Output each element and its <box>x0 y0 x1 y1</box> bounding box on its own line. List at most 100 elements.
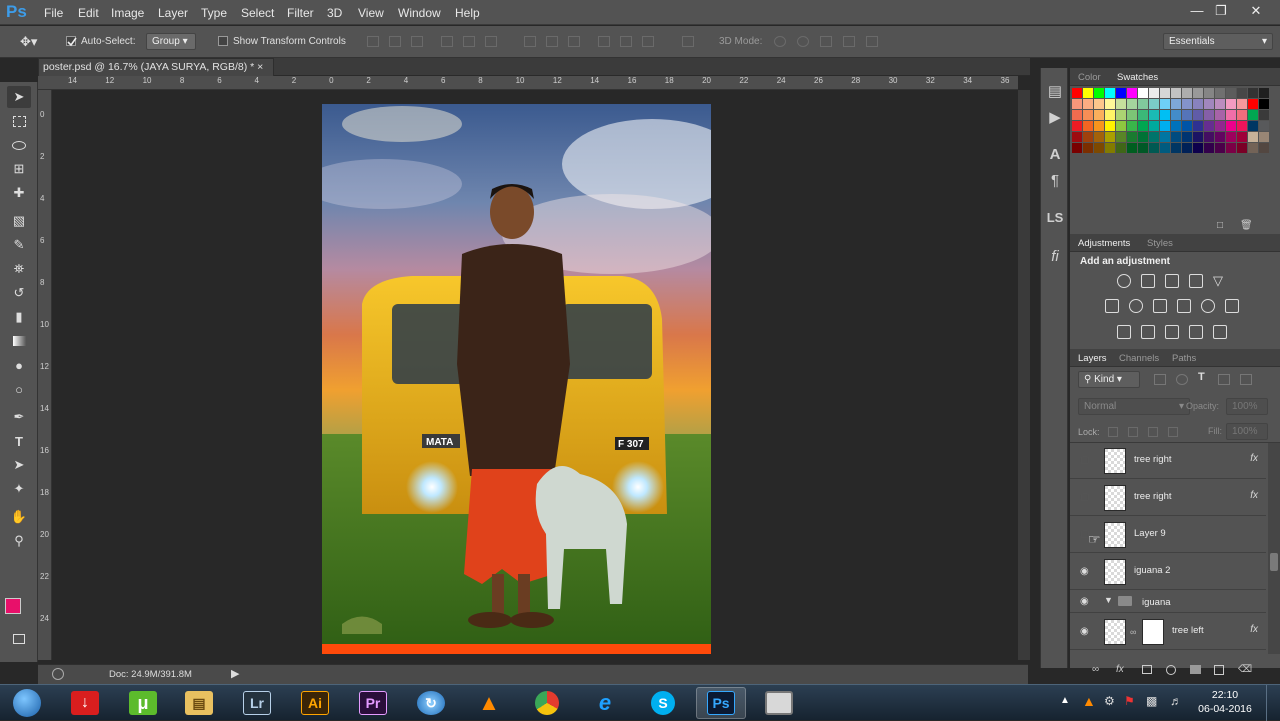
swatch[interactable] <box>1237 110 1247 120</box>
swatch[interactable] <box>1204 110 1214 120</box>
taskbar-illustrator[interactable]: Ai <box>290 687 340 719</box>
gradient-map-icon[interactable] <box>1213 325 1227 339</box>
swatch[interactable] <box>1226 143 1236 153</box>
swatch[interactable] <box>1116 132 1126 142</box>
restore-icon[interactable]: ❐ <box>1210 3 1232 19</box>
distribute-right-icon[interactable] <box>642 36 654 47</box>
color-lookup-icon[interactable] <box>1225 299 1239 313</box>
color-balance-icon[interactable] <box>1129 299 1143 313</box>
lasso-tool-icon[interactable] <box>7 134 31 156</box>
ruler-horizontal[interactable]: 14 12 10 8 6 4 2 0 2 4 6 8 10 12 14 16 18 20 22 24 26 28 30 32 3… <box>38 76 1018 90</box>
swatch[interactable] <box>1116 121 1126 131</box>
swatch[interactable] <box>1248 132 1258 142</box>
swatch[interactable] <box>1072 143 1082 153</box>
tab-paths[interactable]: Paths <box>1172 353 1196 364</box>
levels-icon[interactable] <box>1141 274 1155 288</box>
swatch[interactable] <box>1193 121 1203 131</box>
taskbar-vlc[interactable]: ▲ <box>464 687 514 719</box>
filter-type-icon[interactable]: T <box>1198 371 1205 383</box>
layer-row[interactable] <box>1070 651 1266 654</box>
zoom-level-icon[interactable] <box>52 668 64 680</box>
swatch[interactable] <box>1237 143 1247 153</box>
type-tool-icon[interactable]: T <box>7 430 31 452</box>
visibility-toggle-icon[interactable]: ▢ <box>1080 455 1092 467</box>
swatch[interactable] <box>1182 99 1192 109</box>
eyedropper-tool-icon[interactable]: ✚ <box>7 182 31 204</box>
tray-vlc-icon[interactable]: ▲ <box>1082 693 1096 709</box>
swatch[interactable] <box>1204 132 1214 142</box>
swatch[interactable] <box>1171 121 1181 131</box>
auto-align-icon[interactable] <box>682 36 694 47</box>
menu-3d[interactable]: 3D <box>327 6 342 20</box>
opacity-input[interactable]: 100% <box>1226 398 1268 415</box>
menu-type[interactable]: Type <box>201 6 227 20</box>
swatch[interactable] <box>1127 88 1137 98</box>
ruler-vertical[interactable]: 0 2 4 6 8 10 12 14 16 18 20 22 24 <box>38 90 52 660</box>
black-white-icon[interactable] <box>1153 299 1167 313</box>
swatch[interactable] <box>1215 88 1225 98</box>
menu-window[interactable]: Window <box>398 6 441 20</box>
workspace-dropdown[interactable]: Essentials ▾ <box>1163 33 1273 50</box>
selective-color-icon[interactable] <box>1189 325 1203 339</box>
swatch[interactable] <box>1237 121 1247 131</box>
swatch[interactable] <box>1248 88 1258 98</box>
visibility-toggle-icon[interactable]: ◉ <box>1080 626 1092 638</box>
menu-image[interactable]: Image <box>111 6 144 20</box>
swatch[interactable] <box>1160 121 1170 131</box>
tab-adjustments[interactable]: Adjustments <box>1078 238 1130 249</box>
align-left-icon[interactable] <box>441 36 453 47</box>
swatch[interactable] <box>1171 110 1181 120</box>
history-panel-icon[interactable]: ▤ <box>1045 82 1065 102</box>
swatch[interactable] <box>1171 132 1181 142</box>
lock-transparent-icon[interactable] <box>1108 427 1118 437</box>
filter-shape-icon[interactable] <box>1218 374 1230 385</box>
layer-row[interactable]: ▢ ☞ Layer 9 <box>1070 517 1266 553</box>
swatch[interactable] <box>1127 99 1137 109</box>
swatch[interactable] <box>1204 143 1214 153</box>
swatch[interactable] <box>1160 110 1170 120</box>
swatch[interactable] <box>1127 121 1137 131</box>
swatch[interactable] <box>1149 88 1159 98</box>
healing-brush-tool-icon[interactable]: ▧ <box>7 210 31 232</box>
swatch[interactable] <box>1248 143 1258 153</box>
crop-tool-icon[interactable]: ⊞ <box>7 158 31 180</box>
swatch[interactable] <box>1138 110 1148 120</box>
tab-styles[interactable]: Styles <box>1147 238 1173 249</box>
swatch[interactable] <box>1116 99 1126 109</box>
tray-volume-icon[interactable]: ♬ <box>1170 694 1182 708</box>
swatch[interactable] <box>1182 143 1192 153</box>
swatch[interactable] <box>1171 99 1181 109</box>
start-button[interactable] <box>2 687 52 719</box>
swatch[interactable] <box>1259 99 1269 109</box>
new-layer-icon[interactable] <box>1214 665 1224 675</box>
layer-row[interactable]: ▢ tree right fx <box>1070 443 1266 479</box>
tab-channels[interactable]: Channels <box>1119 353 1159 364</box>
swatch[interactable] <box>1259 110 1269 120</box>
filter-adjustment-icon[interactable] <box>1176 374 1188 385</box>
menu-filter[interactable]: Filter <box>287 6 314 20</box>
swatch[interactable] <box>1259 88 1269 98</box>
new-swatch-icon[interactable]: □ <box>1217 220 1223 231</box>
gradient-tool-icon[interactable] <box>7 330 31 352</box>
swatch[interactable] <box>1193 132 1203 142</box>
swatch[interactable] <box>1182 110 1192 120</box>
swatch[interactable] <box>1138 88 1148 98</box>
swatch[interactable] <box>1182 88 1192 98</box>
status-arrow-icon[interactable]: ▶ <box>231 667 239 680</box>
quick-mask-icon[interactable] <box>7 628 31 650</box>
brightness-icon[interactable] <box>1117 274 1131 288</box>
fx-icon[interactable]: fx <box>1250 453 1258 464</box>
align-right-icon[interactable] <box>485 36 497 47</box>
clone-stamp-tool-icon[interactable]: ⛯ <box>7 258 31 280</box>
add-style-icon[interactable]: fx <box>1116 664 1124 675</box>
distribute-vcenter-icon[interactable] <box>546 36 558 47</box>
layer-row[interactable]: ◉ ∞ tree left fx <box>1070 614 1266 650</box>
swatch[interactable] <box>1193 99 1203 109</box>
swatch[interactable] <box>1182 121 1192 131</box>
align-vcenter-icon[interactable] <box>389 36 401 47</box>
visibility-toggle-icon[interactable]: ◉ <box>1080 596 1092 608</box>
layer-row[interactable]: ◉ iguana 2 <box>1070 554 1266 590</box>
swatch[interactable] <box>1248 99 1258 109</box>
swatch[interactable] <box>1259 143 1269 153</box>
tray-network-icon[interactable]: ▩ <box>1146 694 1157 708</box>
